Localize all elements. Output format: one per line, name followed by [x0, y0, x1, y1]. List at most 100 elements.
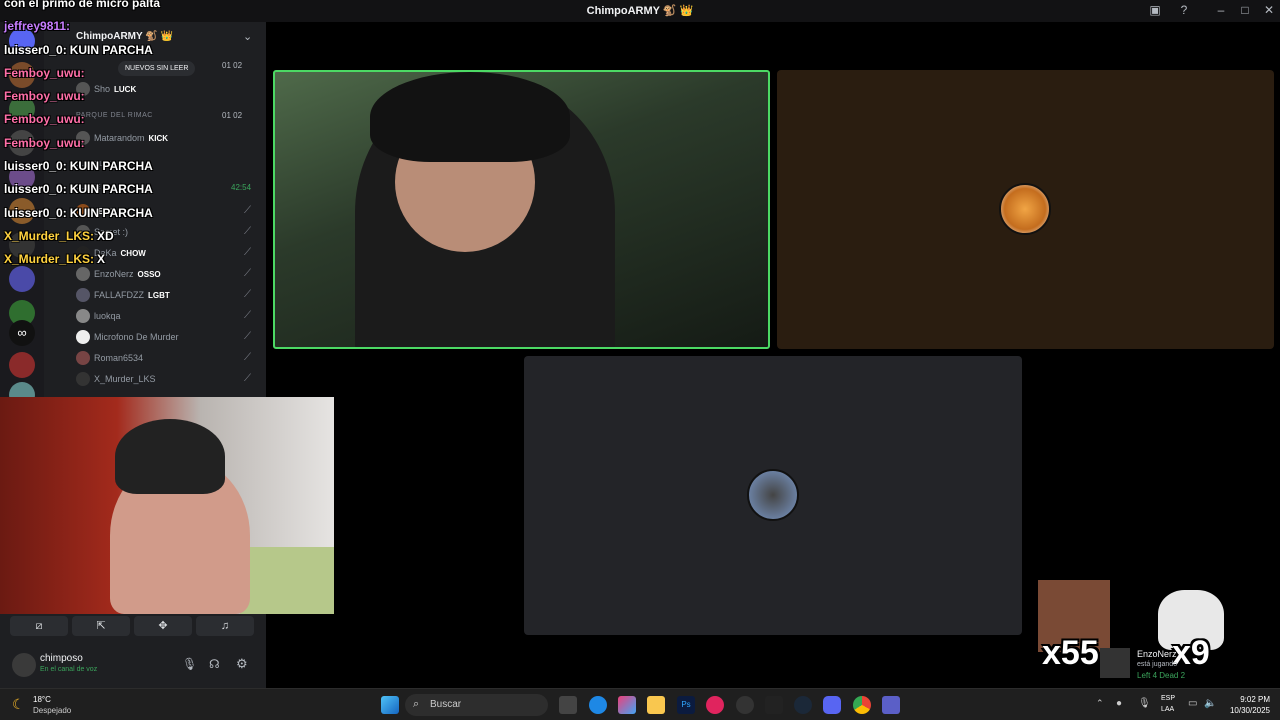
chat-message: luisser0_0: KUIN PARCHA — [4, 43, 153, 57]
list-item[interactable]: EnzoNerz OSSO — [76, 264, 161, 284]
server-icon[interactable] — [9, 266, 35, 292]
help-icon[interactable]: ? — [1175, 3, 1193, 19]
chat-message: X_Murder_LKS: X — [4, 252, 106, 266]
mute-icon: ⟋ — [244, 226, 251, 237]
cap — [115, 419, 225, 494]
username: chimposo — [40, 653, 83, 664]
activities-button[interactable]: ✥ — [134, 616, 192, 636]
avatar — [76, 330, 90, 344]
soundboard-button[interactable]: ♫ — [196, 616, 254, 636]
chat-message: X_Murder_LKS: XD — [4, 229, 114, 243]
folder-icon[interactable] — [647, 696, 665, 714]
call-timer: 42:54 — [231, 183, 252, 192]
app-icon[interactable] — [736, 696, 754, 714]
mute-icon: ⟋ — [244, 373, 251, 384]
search-icon: ⌕ — [413, 698, 420, 710]
activity-line: está jugando — [1137, 661, 1178, 668]
avatar — [76, 372, 90, 386]
mute-icon: ⟋ — [244, 205, 251, 216]
video-tile-speaking[interactable] — [273, 70, 770, 349]
title-bar: ChimpoARMY 🐒 👑 ▣ ? – □ ✕ — [0, 0, 1280, 22]
member-tag: KICK — [148, 133, 169, 143]
mute-icon: ⟋ — [244, 331, 251, 342]
user-panel: chimposo En el canal de voz 🎙 ☊ ⚙ — [0, 645, 266, 685]
network-icon[interactable]: ▭ — [1188, 698, 1197, 709]
windows-start-icon[interactable] — [381, 696, 399, 714]
chat-message: Femboy_uwu: — [4, 136, 85, 150]
share-screen-button[interactable]: ⇱ — [72, 616, 130, 636]
task-view-icon[interactable] — [559, 696, 577, 714]
avatar — [76, 288, 90, 302]
avatar — [76, 267, 90, 281]
tray-icon[interactable]: ● — [1116, 698, 1122, 709]
close-button[interactable]: ✕ — [1260, 3, 1278, 19]
member-name[interactable]: Sho — [94, 84, 110, 94]
list-item[interactable]: luokqa — [76, 306, 121, 326]
user-avatar — [747, 469, 799, 521]
voice-controls: ⧄ ⇱ ✥ ♫ — [6, 616, 260, 636]
stream-title: con el primo de micro palta — [4, 0, 161, 10]
chat-message: luisser0_0: KUIN PARCHA — [4, 206, 153, 220]
epic-games-icon[interactable] — [765, 696, 783, 714]
weather-desc: Despejado — [33, 706, 72, 715]
avatar[interactable] — [12, 653, 36, 677]
mute-icon: ⟋ — [244, 268, 251, 279]
video-tile-avatar[interactable] — [524, 356, 1022, 635]
activity-avatar — [1100, 648, 1130, 678]
emote-count-right: x9 — [1172, 634, 1210, 672]
chevron-down-icon[interactable]: ⌄ — [243, 30, 252, 43]
keyboard-layout[interactable]: LAA — [1161, 706, 1174, 713]
chat-message: Femboy_uwu: — [4, 66, 85, 80]
stage-counts: 01 02 — [222, 61, 243, 70]
chevron-up-icon[interactable]: ⌃ — [1096, 698, 1104, 709]
chat-message: Femboy_uwu: — [4, 112, 85, 126]
server-name[interactable]: ChimpoARMY 🐒 👑 — [76, 31, 173, 42]
video-tile-avatar[interactable] — [777, 70, 1274, 349]
minimize-button[interactable]: – — [1212, 3, 1230, 19]
member-name[interactable]: Matarandom — [94, 133, 145, 143]
steam-icon[interactable] — [794, 696, 812, 714]
search-input[interactable]: Buscar — [405, 694, 548, 716]
bed-bg — [240, 547, 334, 614]
clock-date[interactable]: 10/30/2025 — [1224, 706, 1270, 715]
itunes-icon[interactable] — [706, 696, 724, 714]
mute-icon: ⟋ — [244, 310, 251, 321]
mute-icon: ⟋ — [244, 352, 251, 363]
maximize-button[interactable]: □ — [1236, 3, 1254, 19]
list-item[interactable]: X_Murder_LKS — [76, 369, 156, 389]
inbox-icon[interactable]: ▣ — [1146, 3, 1164, 19]
list-item[interactable]: Roman6534 — [76, 348, 143, 368]
copilot-icon[interactable] — [618, 696, 636, 714]
stage-counts: 01 02 — [222, 111, 243, 120]
activity-game: Left 4 Dead 2 — [1137, 671, 1186, 680]
language-code[interactable]: ESP — [1161, 695, 1175, 702]
edge-icon[interactable] — [589, 696, 607, 714]
mute-icon: ⟋ — [244, 247, 251, 258]
camera-off-button[interactable]: ⧄ — [10, 616, 68, 636]
server-icon[interactable] — [9, 352, 35, 378]
window-title: ChimpoARMY 🐒 👑 — [586, 5, 694, 17]
infinity-server-icon[interactable]: ∞ — [9, 320, 35, 346]
new-unread-pill[interactable]: NUEVOS SIN LEER — [118, 61, 196, 76]
chat-message: Femboy_uwu: — [4, 89, 85, 103]
teams-icon[interactable] — [882, 696, 900, 714]
taskbar: ☾ 18°C Despejado Buscar ⌕ Ps ⌃ ● 🎙 ESP L… — [0, 688, 1280, 720]
photoshop-icon[interactable]: Ps — [677, 696, 695, 714]
headset-icon[interactable]: ☊ — [209, 657, 220, 671]
mute-icon: ⟋ — [244, 289, 251, 300]
streamer-webcam — [0, 397, 334, 614]
list-item[interactable]: FALLAFDZZ LGBT — [76, 285, 170, 305]
chat-message: jeffrey9811: — [4, 19, 71, 33]
chat-message: luisser0_0: KUIN PARCHA — [4, 159, 153, 173]
weather-icon[interactable]: ☾ — [12, 696, 25, 713]
volume-icon[interactable]: 🔈 — [1204, 698, 1216, 709]
avatar — [76, 351, 90, 365]
list-item[interactable]: Microfono De Murder — [76, 327, 179, 347]
chrome-icon[interactable] — [853, 696, 871, 714]
activity-name: EnzoNerz — [1137, 649, 1177, 659]
discord-icon[interactable] — [823, 696, 841, 714]
gear-icon[interactable]: ⚙ — [236, 656, 248, 672]
mic-icon[interactable]: 🎙 — [182, 657, 197, 671]
clock-time[interactable]: 9:02 PM — [1228, 695, 1270, 704]
mic-tray-icon[interactable]: 🎙 — [1138, 698, 1151, 709]
